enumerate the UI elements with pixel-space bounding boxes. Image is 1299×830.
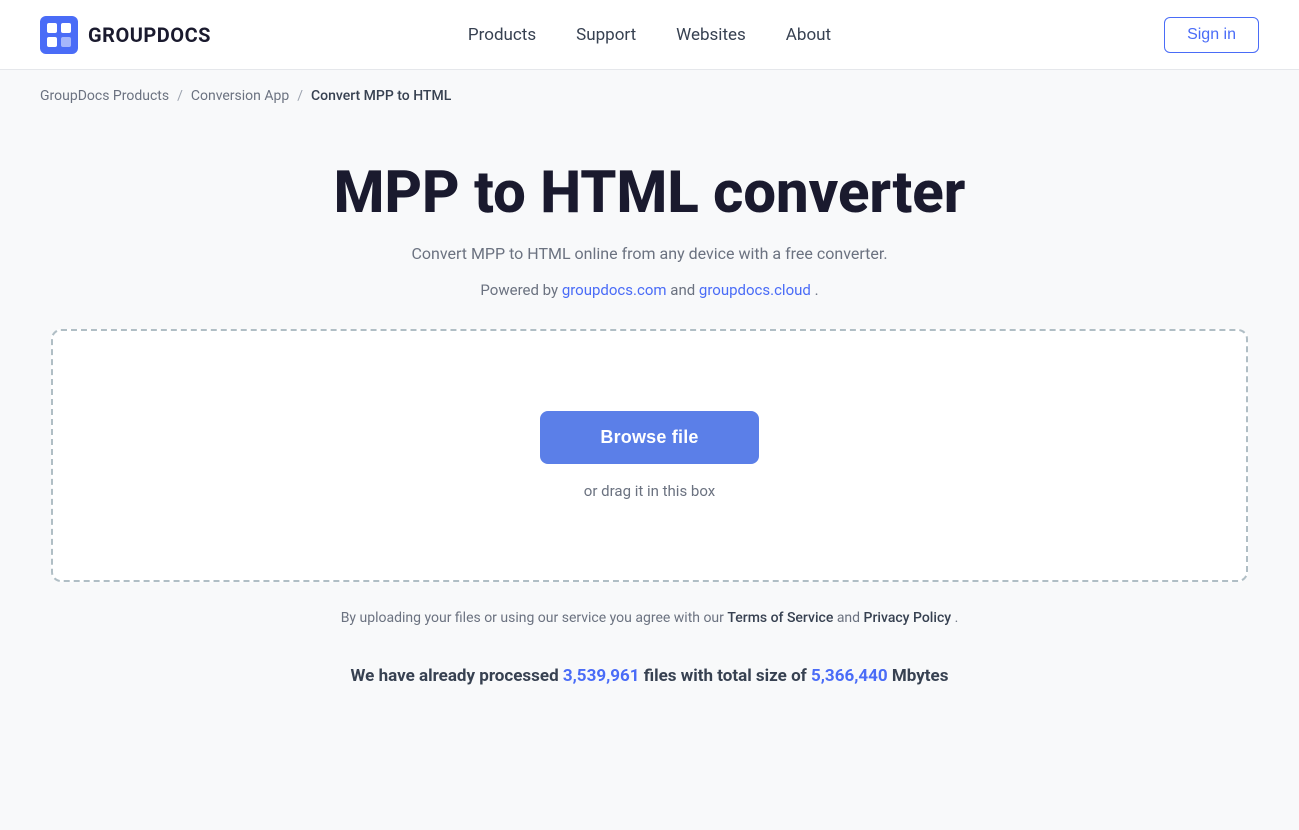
stats-suffix: Mbytes bbox=[892, 666, 949, 686]
breadcrumb: GroupDocs Products / Conversion App / Co… bbox=[0, 70, 1299, 122]
logo-text: GROUPDOCS bbox=[88, 23, 211, 47]
stats-files-count: 3,539,961 bbox=[563, 666, 640, 686]
breadcrumb-conversion-app[interactable]: Conversion App bbox=[191, 88, 289, 104]
drop-zone[interactable]: Browse file or drag it in this box bbox=[51, 329, 1247, 582]
powered-by-suffix: . bbox=[815, 281, 819, 299]
terms-of-service-link[interactable]: Terms of Service bbox=[727, 610, 833, 626]
logo[interactable]: GROUPDOCS bbox=[40, 16, 211, 54]
powered-by-middle: and bbox=[670, 281, 699, 299]
breadcrumb-current: Convert MPP to HTML bbox=[311, 88, 451, 104]
privacy-policy-link[interactable]: Privacy Policy bbox=[864, 610, 952, 626]
nav-item-websites[interactable]: Websites bbox=[676, 25, 746, 45]
header: GROUPDOCS Products Support Websites Abou… bbox=[0, 0, 1299, 70]
groupdocs-cloud-link[interactable]: groupdocs.cloud bbox=[699, 281, 811, 299]
subtitle: Convert MPP to HTML online from any devi… bbox=[411, 244, 887, 263]
main-nav: Products Support Websites About bbox=[468, 25, 831, 45]
page-title: MPP to HTML converter bbox=[334, 162, 966, 226]
nav-item-about[interactable]: About bbox=[786, 25, 831, 45]
nav-item-support[interactable]: Support bbox=[576, 25, 636, 45]
groupdocs-logo-icon bbox=[40, 16, 78, 54]
stats-prefix: We have already processed bbox=[351, 666, 563, 686]
stats-size: 5,366,440 bbox=[811, 666, 888, 686]
sign-in-button[interactable]: Sign in bbox=[1164, 17, 1259, 53]
terms-text: By uploading your files or using our ser… bbox=[341, 610, 959, 626]
terms-middle: and bbox=[837, 610, 864, 626]
nav-item-products[interactable]: Products bbox=[468, 25, 536, 45]
stats-text: We have already processed 3,539,961 file… bbox=[351, 666, 949, 686]
main-content: MPP to HTML converter Convert MPP to HTM… bbox=[0, 122, 1299, 726]
terms-suffix: . bbox=[955, 610, 959, 626]
breadcrumb-separator-2: / bbox=[297, 88, 303, 104]
stats-middle: files with total size of bbox=[644, 666, 811, 686]
drag-text: or drag it in this box bbox=[584, 482, 715, 500]
groupdocs-com-link[interactable]: groupdocs.com bbox=[562, 281, 667, 299]
browse-file-button[interactable]: Browse file bbox=[540, 411, 758, 464]
terms-prefix: By uploading your files or using our ser… bbox=[341, 610, 728, 626]
powered-by-prefix: Powered by bbox=[480, 281, 561, 299]
powered-by: Powered by groupdocs.com and groupdocs.c… bbox=[480, 281, 818, 299]
breadcrumb-separator-1: / bbox=[177, 88, 183, 104]
breadcrumb-groupdocs-products[interactable]: GroupDocs Products bbox=[40, 88, 169, 104]
